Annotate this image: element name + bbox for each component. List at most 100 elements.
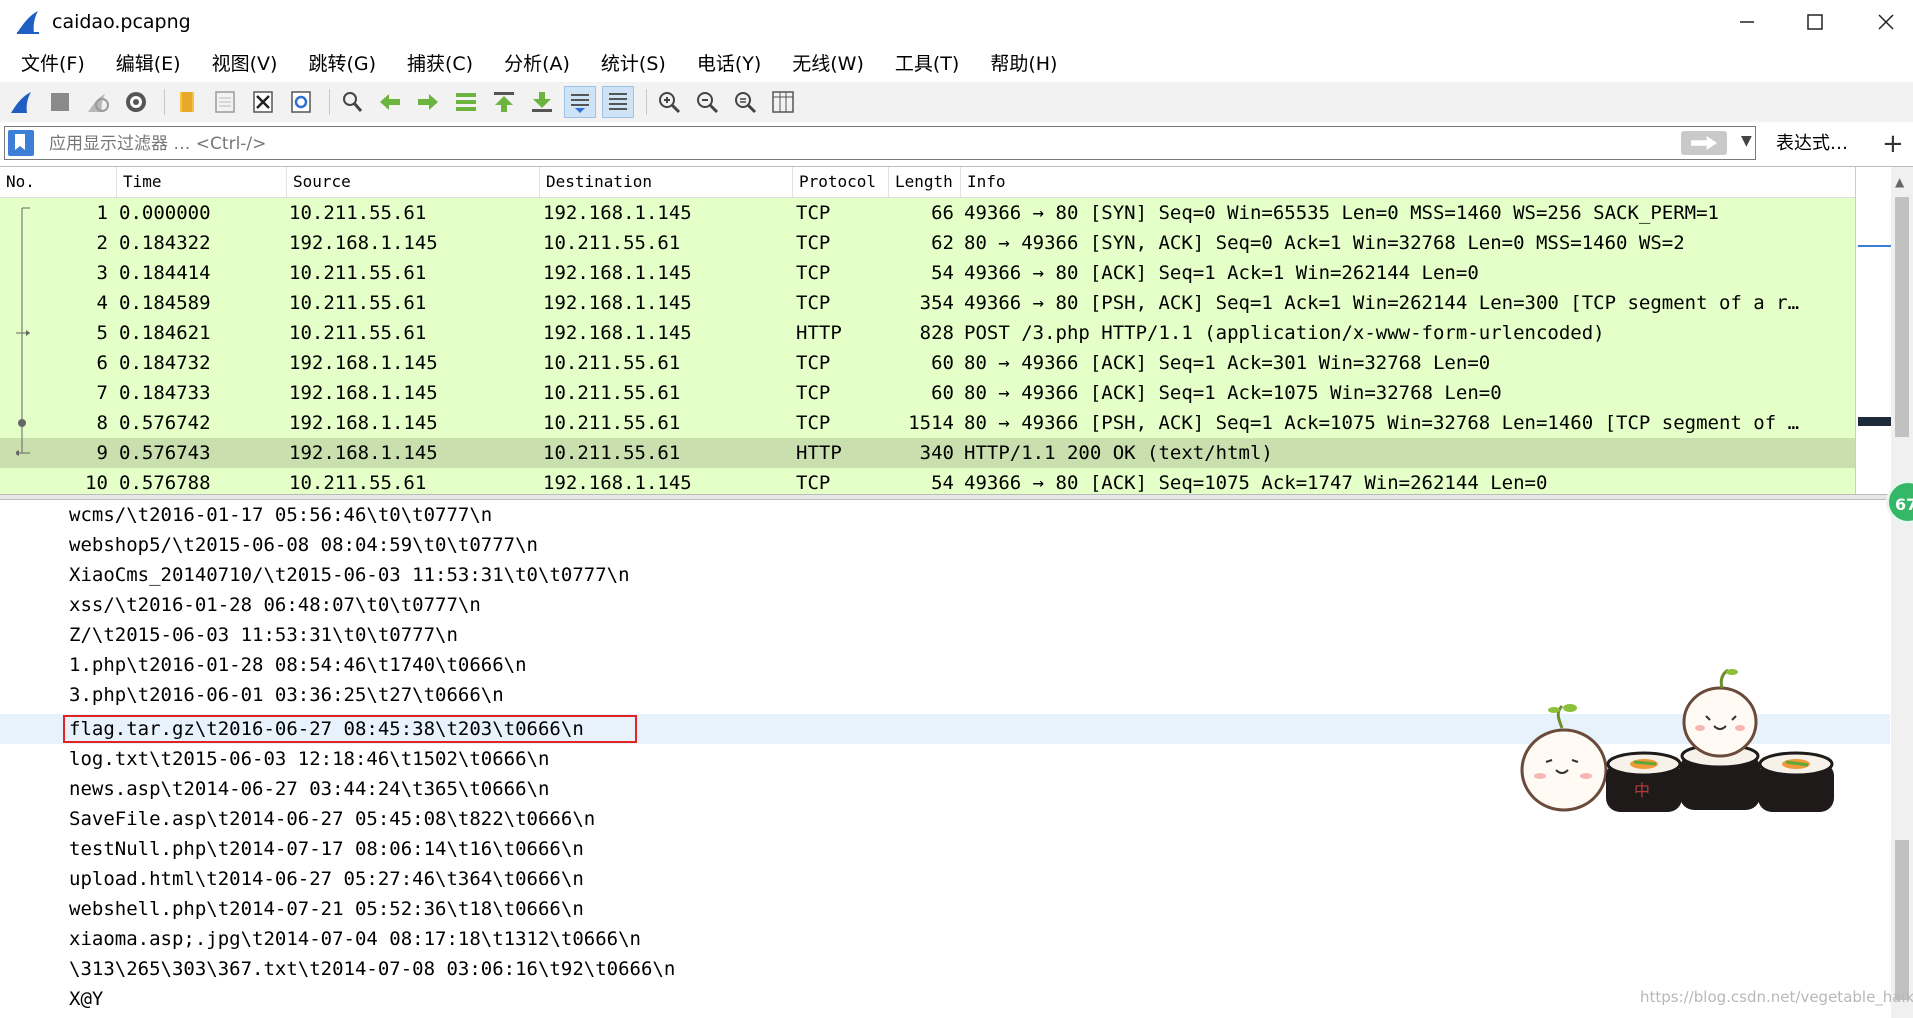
packet-protocol: TCP [796, 202, 831, 224]
close-file-button[interactable] [247, 86, 279, 118]
reload-file-button[interactable] [285, 86, 317, 118]
maximize-button[interactable] [1780, 0, 1850, 44]
packet-row[interactable]: 3 0.184414 10.211.55.61 192.168.1.145 TC… [0, 258, 1855, 288]
stop-capture-icon [51, 93, 69, 111]
title-bar: caidao.pcapng [0, 0, 1913, 44]
scrollbar-thumb[interactable] [1895, 840, 1909, 1000]
last-packet-button[interactable] [526, 86, 558, 118]
column-header-source[interactable]: Source [287, 167, 540, 197]
column-header-protocol[interactable]: Protocol [793, 167, 889, 197]
packet-no: 7 [96, 382, 108, 404]
packet-protocol: HTTP [796, 442, 842, 464]
restart-capture-button[interactable] [82, 86, 114, 118]
text-line: SaveFile.asp\t2014-06-27 05:45:08\t822\t… [69, 808, 596, 830]
packet-row[interactable]: 5 0.184621 10.211.55.61 192.168.1.145 HT… [0, 318, 1855, 348]
expression-button[interactable]: 表达式… [1776, 128, 1848, 160]
column-header-length[interactable]: Length [889, 167, 961, 197]
capture-options-button[interactable] [120, 86, 152, 118]
scrollbar-thumb[interactable] [1895, 197, 1909, 437]
packet-row[interactable]: 1 0.000000 10.211.55.61 192.168.1.145 TC… [0, 198, 1855, 228]
packet-row[interactable]: 10 0.576788 10.211.55.61 192.168.1.145 T… [0, 468, 1855, 495]
zoom-out-icon [697, 92, 719, 114]
packet-source: 10.211.55.61 [289, 292, 427, 314]
column-header-time[interactable]: Time [117, 167, 287, 197]
filter-bookmark-icon[interactable] [8, 130, 34, 156]
go-forward-button[interactable] [412, 86, 444, 118]
packet-length: 828 [919, 322, 954, 344]
conversation-line-icon [21, 258, 23, 288]
autoscroll-button[interactable] [564, 86, 596, 118]
packet-no: 6 [96, 352, 108, 374]
packet-length: 54 [931, 262, 954, 284]
packet-info: 49366 → 80 [ACK] Seq=1075 Ack=1747 Win=2… [964, 472, 1548, 494]
menu-analyze[interactable]: 分析(A) [500, 47, 574, 78]
menu-file[interactable]: 文件(F) [17, 47, 89, 78]
filter-history-dropdown-icon[interactable]: ▼ [1741, 133, 1752, 149]
packet-protocol: TCP [796, 382, 831, 404]
packet-protocol: TCP [796, 292, 831, 314]
packet-destination: 10.211.55.61 [543, 352, 681, 374]
find-packet-button[interactable] [336, 86, 368, 118]
apply-filter-arrow-icon[interactable] [1681, 131, 1727, 155]
packet-protocol: HTTP [796, 322, 842, 344]
packet-row[interactable]: 8 0.576742 192.168.1.145 10.211.55.61 TC… [0, 408, 1855, 438]
resize-columns-button[interactable] [767, 86, 799, 118]
packet-row[interactable]: 4 0.184589 10.211.55.61 192.168.1.145 TC… [0, 288, 1855, 318]
menu-help[interactable]: 帮助(H) [986, 47, 1061, 78]
column-header-no[interactable]: No. [0, 167, 117, 197]
packet-row[interactable]: 2 0.184322 192.168.1.145 10.211.55.61 TC… [0, 228, 1855, 258]
zoom-in-button[interactable] [653, 86, 685, 118]
text-line: X@Y [69, 988, 104, 1010]
svg-text:中: 中 [1634, 781, 1650, 800]
packet-source: 10.211.55.61 [289, 202, 427, 224]
menu-telephony[interactable]: 电话(Y) [693, 47, 765, 78]
display-filter-input[interactable] [47, 127, 1651, 161]
column-header-destination[interactable]: Destination [540, 167, 793, 197]
packet-list: No. Time Source Destination Protocol Len… [0, 166, 1913, 495]
close-button[interactable] [1851, 0, 1913, 44]
menu-view[interactable]: 视图(V) [208, 47, 282, 78]
menu-bar: 文件(F) 编辑(E) 视图(V) 跳转(G) 捕获(C) 分析(A) 统计(S… [0, 44, 1913, 80]
go-back-button[interactable] [374, 86, 406, 118]
packet-info: 80 → 49366 [PSH, ACK] Seq=1 Ack=1075 Win… [964, 412, 1800, 434]
go-forward-icon [418, 94, 438, 110]
first-packet-button[interactable] [488, 86, 520, 118]
zoom-normal-button[interactable] [729, 86, 761, 118]
colorize-button[interactable] [602, 86, 634, 118]
packet-time: 0.576743 [119, 442, 211, 464]
packet-row-selected[interactable]: 9 0.576743 192.168.1.145 10.211.55.61 HT… [0, 438, 1855, 468]
packet-source: 192.168.1.145 [289, 412, 438, 434]
start-capture-button[interactable] [6, 86, 38, 118]
menu-edit[interactable]: 编辑(E) [112, 47, 185, 78]
packet-row[interactable]: 6 0.184732 192.168.1.145 10.211.55.61 TC… [0, 348, 1855, 378]
menu-go[interactable]: 跳转(G) [304, 47, 380, 78]
display-filter-bar: ▼ 表达式… + [0, 124, 1913, 164]
packet-list-scrollbar[interactable]: ▲ [1891, 167, 1913, 495]
go-to-packet-button[interactable] [450, 86, 482, 118]
column-header-info[interactable]: Info [961, 167, 1855, 197]
add-filter-button[interactable]: + [1882, 128, 1904, 160]
packet-info: 80 → 49366 [SYN, ACK] Seq=0 Ack=1 Win=32… [964, 232, 1685, 254]
menu-statistics[interactable]: 统计(S) [597, 47, 670, 78]
stop-capture-button[interactable] [44, 86, 76, 118]
menu-tools[interactable]: 工具(T) [891, 47, 963, 78]
scroll-up-icon[interactable]: ▲ [1895, 175, 1904, 189]
menu-capture[interactable]: 捕获(C) [403, 47, 477, 78]
packet-time: 0.184322 [119, 232, 211, 254]
minimize-button[interactable] [1712, 0, 1782, 44]
packet-row[interactable]: 7 0.184733 192.168.1.145 10.211.55.61 TC… [0, 378, 1855, 408]
menu-wireless[interactable]: 无线(W) [788, 47, 868, 78]
toolbar-separator [329, 89, 330, 115]
packet-protocol: TCP [796, 352, 831, 374]
zoom-out-button[interactable] [691, 86, 723, 118]
text-pane-scrollbar[interactable] [1891, 500, 1913, 1018]
save-file-button[interactable] [209, 86, 241, 118]
open-file-button[interactable] [171, 86, 203, 118]
text-line: wcms/\t2016-01-17 05:56:46\t0\t0777\n [69, 504, 493, 526]
toolbar-separator [164, 89, 165, 115]
text-line: news.asp\t2014-06-27 03:44:24\t365\t0666… [69, 778, 550, 800]
packet-info: 80 → 49366 [ACK] Seq=1 Ack=1075 Win=3276… [964, 382, 1502, 404]
packet-time: 0.184733 [119, 382, 211, 404]
packet-minimap[interactable] [1855, 167, 1892, 495]
packet-no: 4 [96, 292, 108, 314]
